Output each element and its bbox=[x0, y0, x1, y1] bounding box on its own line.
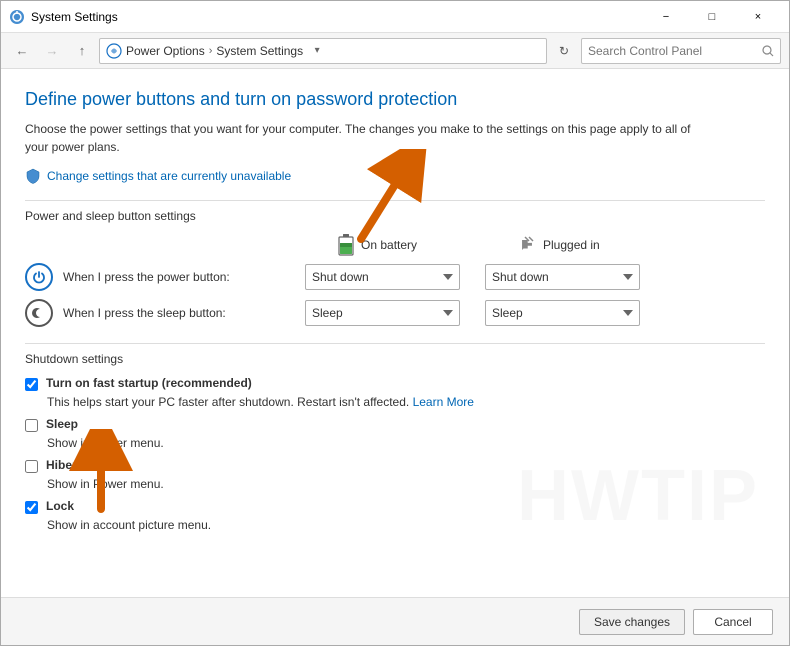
minimize-button[interactable]: − bbox=[643, 1, 689, 33]
fast-startup-label[interactable]: Turn on fast startup (recommended) bbox=[46, 376, 252, 390]
battery-column-header: On battery bbox=[337, 233, 517, 257]
change-settings-label: Change settings that are currently unava… bbox=[47, 169, 291, 183]
address-bar: Power Options › System Settings ▾ bbox=[99, 38, 547, 64]
address-dropdown-button[interactable]: ▾ bbox=[307, 39, 327, 63]
system-settings-window: System Settings − □ × ← → ↑ Power Option… bbox=[0, 0, 790, 646]
section-header-shutdown: Shutdown settings bbox=[25, 352, 765, 366]
close-button[interactable]: × bbox=[735, 1, 781, 33]
battery-icon bbox=[337, 233, 355, 257]
power-button-row: When I press the power button: Shut down… bbox=[25, 263, 765, 291]
fast-startup-item: Turn on fast startup (recommended) This … bbox=[25, 376, 765, 409]
power-button-label-text: When I press the power button: bbox=[63, 270, 230, 284]
sleep-button-label: When I press the sleep button: bbox=[25, 299, 305, 327]
sleep-menu-item: Sleep Show in Power menu. bbox=[25, 417, 765, 450]
sleep-button-label-text: When I press the sleep button: bbox=[63, 306, 226, 320]
power-icon bbox=[32, 270, 46, 284]
shutdown-section: Turn on fast startup (recommended) This … bbox=[25, 376, 765, 532]
back-button[interactable]: ← bbox=[9, 38, 35, 64]
power-battery-dropdown[interactable]: Shut down Do nothing Sleep Hibernate Tur… bbox=[305, 264, 460, 290]
sleep-checkbox[interactable] bbox=[25, 419, 38, 432]
breadcrumb-system-settings[interactable]: System Settings bbox=[216, 44, 303, 58]
sleep-button-row: When I press the sleep button: Sleep Do … bbox=[25, 299, 765, 327]
lock-desc: Show in account picture menu. bbox=[47, 518, 765, 532]
lock-menu-item: Lock Show in account picture menu. bbox=[25, 499, 765, 532]
sleep-plugged-dropdown[interactable]: Sleep Do nothing Hibernate Shut down bbox=[485, 300, 640, 326]
section-divider-power bbox=[25, 200, 765, 201]
settings-grid: On battery Plugged in bbox=[25, 233, 765, 327]
hibernate-menu-item: Hibernate Show in Power menu. bbox=[25, 458, 765, 491]
learn-more-link[interactable]: Learn More bbox=[413, 395, 474, 409]
address-bar-icon bbox=[106, 43, 122, 59]
section-divider-shutdown bbox=[25, 343, 765, 344]
power-plugged-dropdown[interactable]: Shut down Do nothing Sleep Hibernate Tur… bbox=[485, 264, 640, 290]
sleep-label[interactable]: Sleep bbox=[46, 417, 78, 431]
hibernate-checkbox[interactable] bbox=[25, 460, 38, 473]
search-icon bbox=[762, 45, 774, 57]
fast-startup-desc: This helps start your PC faster after sh… bbox=[47, 395, 765, 409]
forward-button[interactable]: → bbox=[39, 38, 65, 64]
footer: Save changes Cancel bbox=[1, 597, 789, 645]
plugged-label: Plugged in bbox=[543, 238, 600, 252]
maximize-button[interactable]: □ bbox=[689, 1, 735, 33]
window-title: System Settings bbox=[31, 10, 643, 24]
up-button[interactable]: ↑ bbox=[69, 38, 95, 64]
title-bar: System Settings − □ × bbox=[1, 1, 789, 33]
nav-bar: ← → ↑ Power Options › System Settings ▾ … bbox=[1, 33, 789, 69]
hibernate-checkbox-row: Hibernate bbox=[25, 458, 765, 473]
sleep-battery-dropdown[interactable]: Sleep Do nothing Hibernate Shut down bbox=[305, 300, 460, 326]
hibernate-desc: Show in Power menu. bbox=[47, 477, 765, 491]
main-content: Define power buttons and turn on passwor… bbox=[1, 69, 789, 597]
window-controls: − □ × bbox=[643, 1, 781, 33]
power-button-label: When I press the power button: bbox=[25, 263, 305, 291]
lock-checkbox-row: Lock bbox=[25, 499, 765, 514]
content-area: HWTIP bbox=[1, 69, 789, 597]
cancel-button[interactable]: Cancel bbox=[693, 609, 773, 635]
search-input[interactable] bbox=[588, 44, 758, 58]
hibernate-label[interactable]: Hibernate bbox=[46, 458, 101, 472]
power-button-icon bbox=[25, 263, 53, 291]
section-header-power: Power and sleep button settings bbox=[25, 209, 765, 223]
lock-checkbox[interactable] bbox=[25, 501, 38, 514]
app-icon bbox=[9, 9, 25, 25]
fast-startup-checkbox[interactable] bbox=[25, 378, 38, 391]
save-changes-button[interactable]: Save changes bbox=[579, 609, 685, 635]
page-title: Define power buttons and turn on passwor… bbox=[25, 89, 765, 110]
search-box bbox=[581, 38, 781, 64]
refresh-button[interactable]: ↻ bbox=[551, 38, 577, 64]
fast-startup-checkbox-row: Turn on fast startup (recommended) bbox=[25, 376, 765, 391]
battery-label: On battery bbox=[361, 238, 417, 252]
shield-icon bbox=[25, 168, 41, 184]
plugged-column-header: Plugged in bbox=[517, 233, 677, 257]
sleep-icon bbox=[32, 306, 46, 320]
page-description: Choose the power settings that you want … bbox=[25, 120, 705, 156]
sleep-checkbox-row: Sleep bbox=[25, 417, 765, 432]
plugged-icon bbox=[517, 235, 537, 255]
grid-header-row: On battery Plugged in bbox=[25, 233, 765, 257]
change-settings-link[interactable]: Change settings that are currently unava… bbox=[25, 168, 765, 184]
sleep-button-icon bbox=[25, 299, 53, 327]
fast-startup-desc-text: This helps start your PC faster after sh… bbox=[47, 395, 409, 409]
breadcrumb-power-options[interactable]: Power Options bbox=[126, 44, 205, 58]
lock-label[interactable]: Lock bbox=[46, 499, 74, 513]
sleep-desc: Show in Power menu. bbox=[47, 436, 765, 450]
